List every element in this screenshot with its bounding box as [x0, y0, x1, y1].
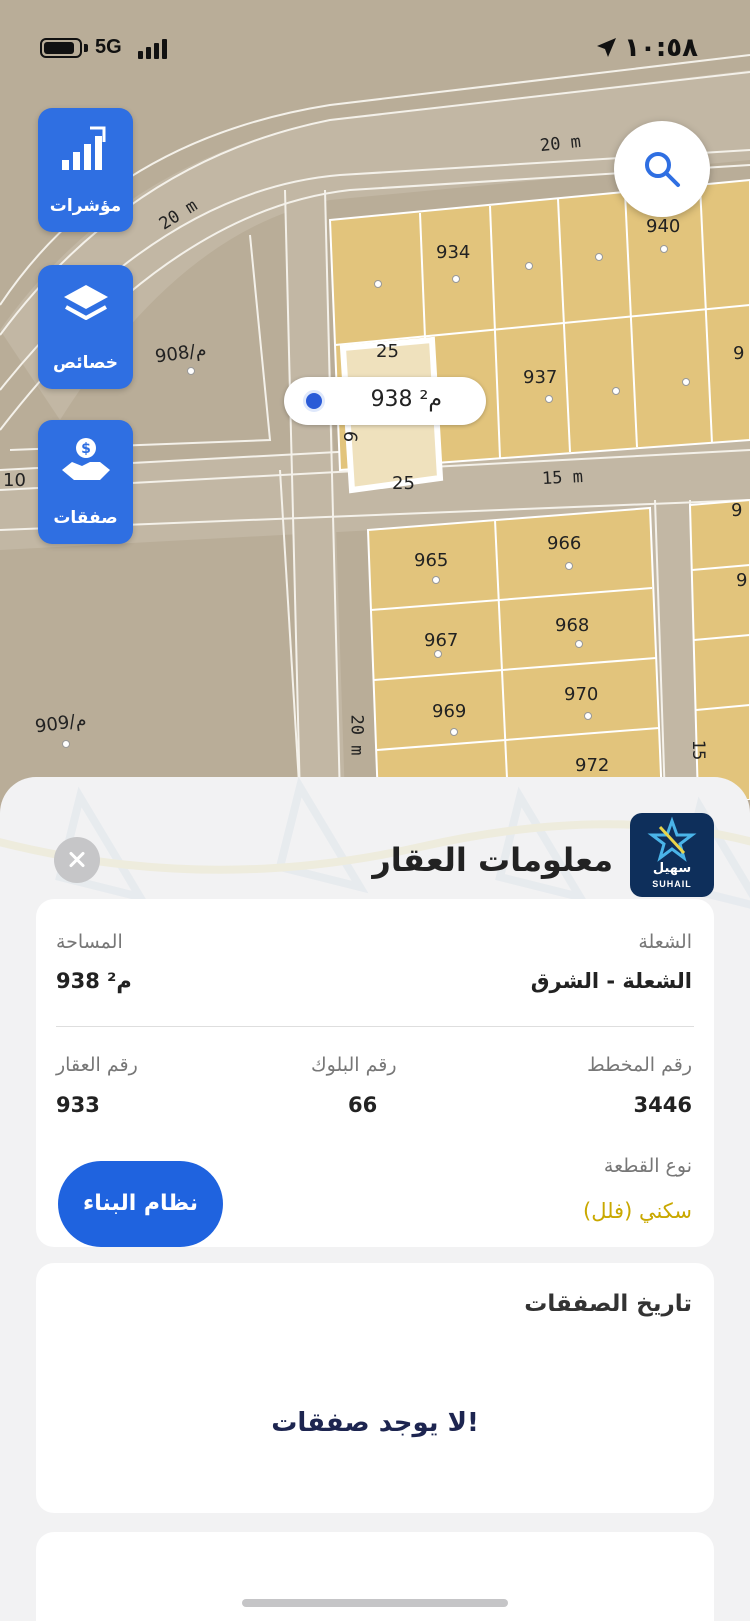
- plot-marker: [62, 740, 70, 748]
- suhail-logo: سهيل SUHAIL: [630, 813, 714, 897]
- no-transactions-message: لا يوجد صفقات!: [271, 1408, 479, 1438]
- plot-type-value: سكني (فلل): [583, 1199, 692, 1223]
- battery-tip: [84, 44, 88, 52]
- plot-number[interactable]: 968: [555, 615, 589, 636]
- district-value: الشعلة - الشرق: [530, 969, 692, 993]
- indicators-label: مؤشرات: [49, 196, 122, 216]
- plot-dimension: 25: [376, 341, 399, 362]
- property-number-value: 933: [56, 1093, 100, 1117]
- plot-marker: [575, 640, 583, 648]
- layers-icon: [64, 285, 108, 320]
- plot-marker: [584, 712, 592, 720]
- property-info-sheet: معلومات العقار سهيل SUHAIL الشعلة الشعلة…: [0, 777, 750, 1621]
- area-label: المساحة: [56, 931, 123, 953]
- sheet-title: معلومات العقار: [372, 841, 613, 879]
- plot-marker: [595, 253, 603, 261]
- plot-number[interactable]: 937: [523, 367, 557, 388]
- building-regulations-button[interactable]: نظام البناء: [58, 1161, 223, 1247]
- plot-marker: [545, 395, 553, 403]
- indicators-button[interactable]: مؤشرات: [38, 108, 133, 232]
- search-button[interactable]: [614, 121, 710, 217]
- map-view[interactable]: 934 940 937 965 966 967 968 969 970 972 …: [0, 0, 750, 800]
- signal-icon: [138, 39, 170, 59]
- deals-label: صفقات: [53, 508, 118, 528]
- road-width-label: 20 m: [539, 131, 582, 157]
- battery-icon: [40, 38, 82, 58]
- plan-number-value: 3446: [633, 1093, 692, 1117]
- plot-type-label: نوع القطعة: [603, 1155, 692, 1177]
- plot-marker: [187, 367, 195, 375]
- plot-number[interactable]: 940: [646, 216, 680, 237]
- plot-marker: [432, 576, 440, 584]
- plot-number[interactable]: 965: [414, 550, 448, 571]
- plot-marker: [450, 728, 458, 736]
- plot-number[interactable]: 9: [733, 343, 744, 364]
- location-pin-icon: [303, 390, 325, 412]
- plot-number[interactable]: 934: [436, 242, 470, 263]
- plot-marker: [682, 378, 690, 386]
- road-width-label: 15: [688, 739, 709, 761]
- road-width-label: 20 m: [346, 714, 367, 756]
- deals-button[interactable]: $ صفقات: [38, 420, 133, 544]
- location-arrow-icon: [597, 38, 616, 57]
- plot-number[interactable]: 970: [564, 684, 598, 705]
- plot-number[interactable]: 9: [731, 500, 742, 521]
- plot-marker: [374, 280, 382, 288]
- plan-number-label: رقم المخطط: [587, 1054, 692, 1076]
- road-width-label: 15 m: [541, 466, 584, 490]
- properties-button[interactable]: خصائص: [38, 265, 133, 389]
- block-number-value: 66: [348, 1093, 378, 1117]
- home-indicator[interactable]: [242, 1599, 508, 1607]
- search-icon: [645, 152, 680, 187]
- selected-plot-callout[interactable]: 938 م²: [284, 377, 486, 425]
- bar-chart-icon: [62, 126, 106, 170]
- network-label: 5G: [95, 36, 122, 58]
- property-number-label: رقم العقار: [56, 1054, 138, 1076]
- status-time: ١٠:٥٨: [624, 33, 698, 63]
- next-card-peek: [36, 1532, 714, 1621]
- plot-marker: [434, 650, 442, 658]
- plot-marker: [452, 275, 460, 283]
- plot-dimension: 6: [338, 429, 361, 444]
- properties-label: خصائص: [53, 353, 118, 373]
- handshake-dollar-icon: $: [62, 438, 110, 480]
- plot-marker: [525, 262, 533, 270]
- star-logo-icon: [647, 816, 697, 862]
- status-bar: 5G ١٠:٥٨: [0, 30, 750, 66]
- plot-marker: [660, 245, 668, 253]
- plot-number[interactable]: 9: [736, 570, 747, 591]
- divider: [56, 1026, 694, 1027]
- property-details-card: الشعلة الشعلة - الشرق المساحة 938 م² رقم…: [36, 899, 714, 1247]
- history-title: تاريخ الصفقات: [524, 1291, 692, 1317]
- logo-text-en: SUHAIL: [652, 879, 692, 889]
- block-number-label: رقم البلوك: [311, 1054, 397, 1076]
- plot-number[interactable]: 966: [547, 533, 581, 554]
- transaction-history-card: تاريخ الصفقات لا يوجد صفقات!: [36, 1263, 714, 1513]
- plot-marker: [565, 562, 573, 570]
- plot-number[interactable]: 969: [432, 701, 466, 722]
- svg-text:$: $: [81, 441, 91, 457]
- side-plot-label[interactable]: 10: [3, 470, 26, 491]
- logo-text-ar: سهيل: [652, 861, 692, 876]
- plot-number[interactable]: 967: [424, 630, 458, 651]
- close-button[interactable]: [54, 837, 100, 883]
- plot-number[interactable]: 972: [575, 755, 609, 776]
- plot-dimension: 25: [392, 473, 415, 494]
- district-label: الشعلة: [638, 931, 692, 953]
- area-value: 938 م²: [56, 969, 132, 993]
- callout-area: 938 م²: [370, 387, 442, 412]
- plot-marker: [612, 387, 620, 395]
